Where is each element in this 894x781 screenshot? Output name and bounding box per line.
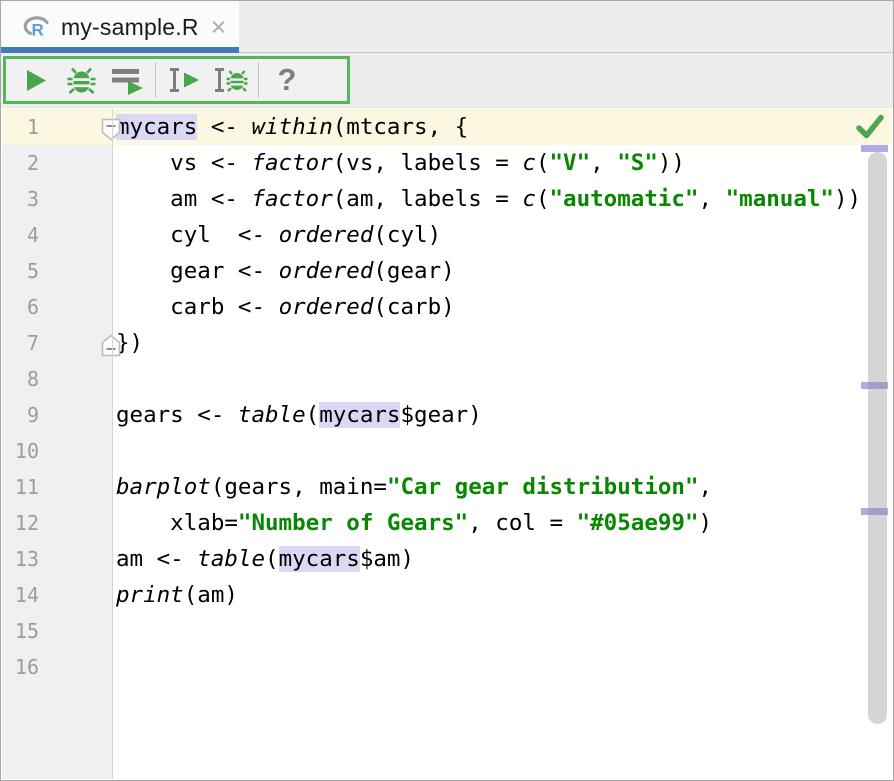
- code-text: [116, 433, 892, 469]
- code-text: }): [116, 325, 892, 361]
- caret-run-icon: [167, 66, 202, 94]
- code-line-1[interactable]: 1 mycars <- within(mtcars, {: [2, 109, 892, 145]
- code-line-11[interactable]: 11 barplot(gears, main="Car gear distribu…: [2, 469, 892, 505]
- code-line-13[interactable]: 13 am <- table(mycars$am): [2, 541, 892, 577]
- toolbar-separator: [155, 62, 156, 98]
- code-line-9[interactable]: 9 gears <- table(mycars$gear): [2, 397, 892, 433]
- line-number: 8: [2, 361, 39, 397]
- code-text: am <- table(mycars$am): [116, 541, 892, 577]
- debug-icon: [66, 66, 97, 95]
- code-line-16[interactable]: 16: [2, 649, 892, 685]
- run-toolbar-row: ?: [1, 53, 893, 108]
- fold-column: [39, 541, 116, 577]
- fold-column: [39, 253, 116, 289]
- fold-marker-end-icon[interactable]: [101, 332, 121, 355]
- fold-column: [39, 649, 116, 685]
- tab-title: my-sample.R: [61, 14, 199, 41]
- line-number: 10: [2, 433, 39, 469]
- code-lines: 1mycars <- within(mtcars, {2 vs <- facto…: [2, 109, 892, 685]
- run-all-button[interactable]: [104, 59, 150, 101]
- code-text: [116, 361, 892, 397]
- code-line-10[interactable]: 10: [2, 433, 892, 469]
- run-current-line-button[interactable]: [161, 59, 207, 101]
- code-line-6[interactable]: 6 carb <- ordered(carb): [2, 289, 892, 325]
- code-text: cyl <- ordered(cyl): [116, 217, 892, 253]
- fold-column: [39, 217, 116, 253]
- fold-column: [39, 181, 116, 217]
- code-text: gear <- ordered(gear): [116, 253, 892, 289]
- code-line-2[interactable]: 2 vs <- factor(vs, labels = c("V", "S")): [2, 145, 892, 181]
- debug-button[interactable]: [58, 59, 104, 101]
- debug-current-line-button[interactable]: [207, 59, 253, 101]
- fold-column: [39, 433, 116, 469]
- fold-column: [39, 469, 116, 505]
- code-text: am <- factor(am, labels = c("automatic",…: [116, 181, 892, 217]
- fold-column: [39, 361, 116, 397]
- code-text: [116, 649, 892, 685]
- fold-column: [39, 613, 116, 649]
- code-text: barplot(gears, main="Car gear distributi…: [116, 469, 892, 505]
- code-text: [116, 613, 892, 649]
- inspections-ok-icon[interactable]: [855, 113, 885, 146]
- code-text: xlab="Number of Gears", col = "#05ae99"): [116, 505, 892, 541]
- caret-debug-icon: [212, 66, 248, 94]
- line-number: 11: [2, 469, 39, 505]
- code-line-7[interactable]: 7}): [2, 325, 892, 361]
- line-number: 1: [2, 109, 39, 145]
- line-number: 15: [2, 613, 39, 649]
- fold-column: [39, 289, 116, 325]
- code-editor[interactable]: 1mycars <- within(mtcars, {2 vs <- facto…: [2, 109, 892, 779]
- fold-marker-start-icon[interactable]: [101, 116, 121, 139]
- help-icon: ?: [278, 62, 297, 98]
- fold-column: [39, 109, 116, 145]
- code-line-8[interactable]: 8: [2, 361, 892, 397]
- line-number: 13: [2, 541, 39, 577]
- code-text: mycars <- within(mtcars, {: [116, 109, 892, 145]
- line-number: 3: [2, 181, 39, 217]
- run-lines-icon: [111, 66, 144, 95]
- fold-column: [39, 145, 116, 181]
- run-toolbar: ?: [3, 56, 350, 104]
- fold-column: [39, 577, 116, 613]
- code-text: carb <- ordered(carb): [116, 289, 892, 325]
- code-line-4[interactable]: 4 cyl <- ordered(cyl): [2, 217, 892, 253]
- code-text: print(am): [116, 577, 892, 613]
- svg-text:R: R: [32, 21, 44, 40]
- line-number: 14: [2, 577, 39, 613]
- line-number: 6: [2, 289, 39, 325]
- line-number: 5: [2, 253, 39, 289]
- run-button[interactable]: [12, 59, 58, 101]
- line-number: 2: [2, 145, 39, 181]
- occurrence-stripe-mark[interactable]: [861, 145, 888, 152]
- line-number: 12: [2, 505, 39, 541]
- run-icon: [22, 67, 49, 94]
- code-line-14[interactable]: 14 print(am): [2, 577, 892, 613]
- fold-column: [39, 397, 116, 433]
- tab-my-sample-r[interactable]: R my-sample.R ×: [1, 1, 239, 53]
- vertical-scrollbar-thumb[interactable]: [868, 152, 887, 724]
- ide-window: R my-sample.R ×: [0, 0, 894, 781]
- editor-tab-bar: R my-sample.R ×: [1, 1, 893, 53]
- code-text: vs <- factor(vs, labels = c("V", "S")): [116, 145, 892, 181]
- line-number: 4: [2, 217, 39, 253]
- line-number: 16: [2, 649, 39, 685]
- line-number: 7: [2, 325, 39, 361]
- code-line-12[interactable]: 12 xlab="Number of Gears", col = "#05ae9…: [2, 505, 892, 541]
- gutter-separator: [112, 109, 113, 779]
- close-icon[interactable]: ×: [211, 17, 227, 37]
- toolbar-separator: [258, 62, 259, 98]
- r-file-icon: R: [23, 15, 51, 39]
- fold-column: [39, 505, 116, 541]
- code-line-3[interactable]: 3 am <- factor(am, labels = c("automatic…: [2, 181, 892, 217]
- code-line-5[interactable]: 5 gear <- ordered(gear): [2, 253, 892, 289]
- code-line-15[interactable]: 15: [2, 613, 892, 649]
- line-number: 9: [2, 397, 39, 433]
- help-button[interactable]: ?: [264, 59, 310, 101]
- code-text: gears <- table(mycars$gear): [116, 397, 892, 433]
- fold-column: [39, 325, 116, 361]
